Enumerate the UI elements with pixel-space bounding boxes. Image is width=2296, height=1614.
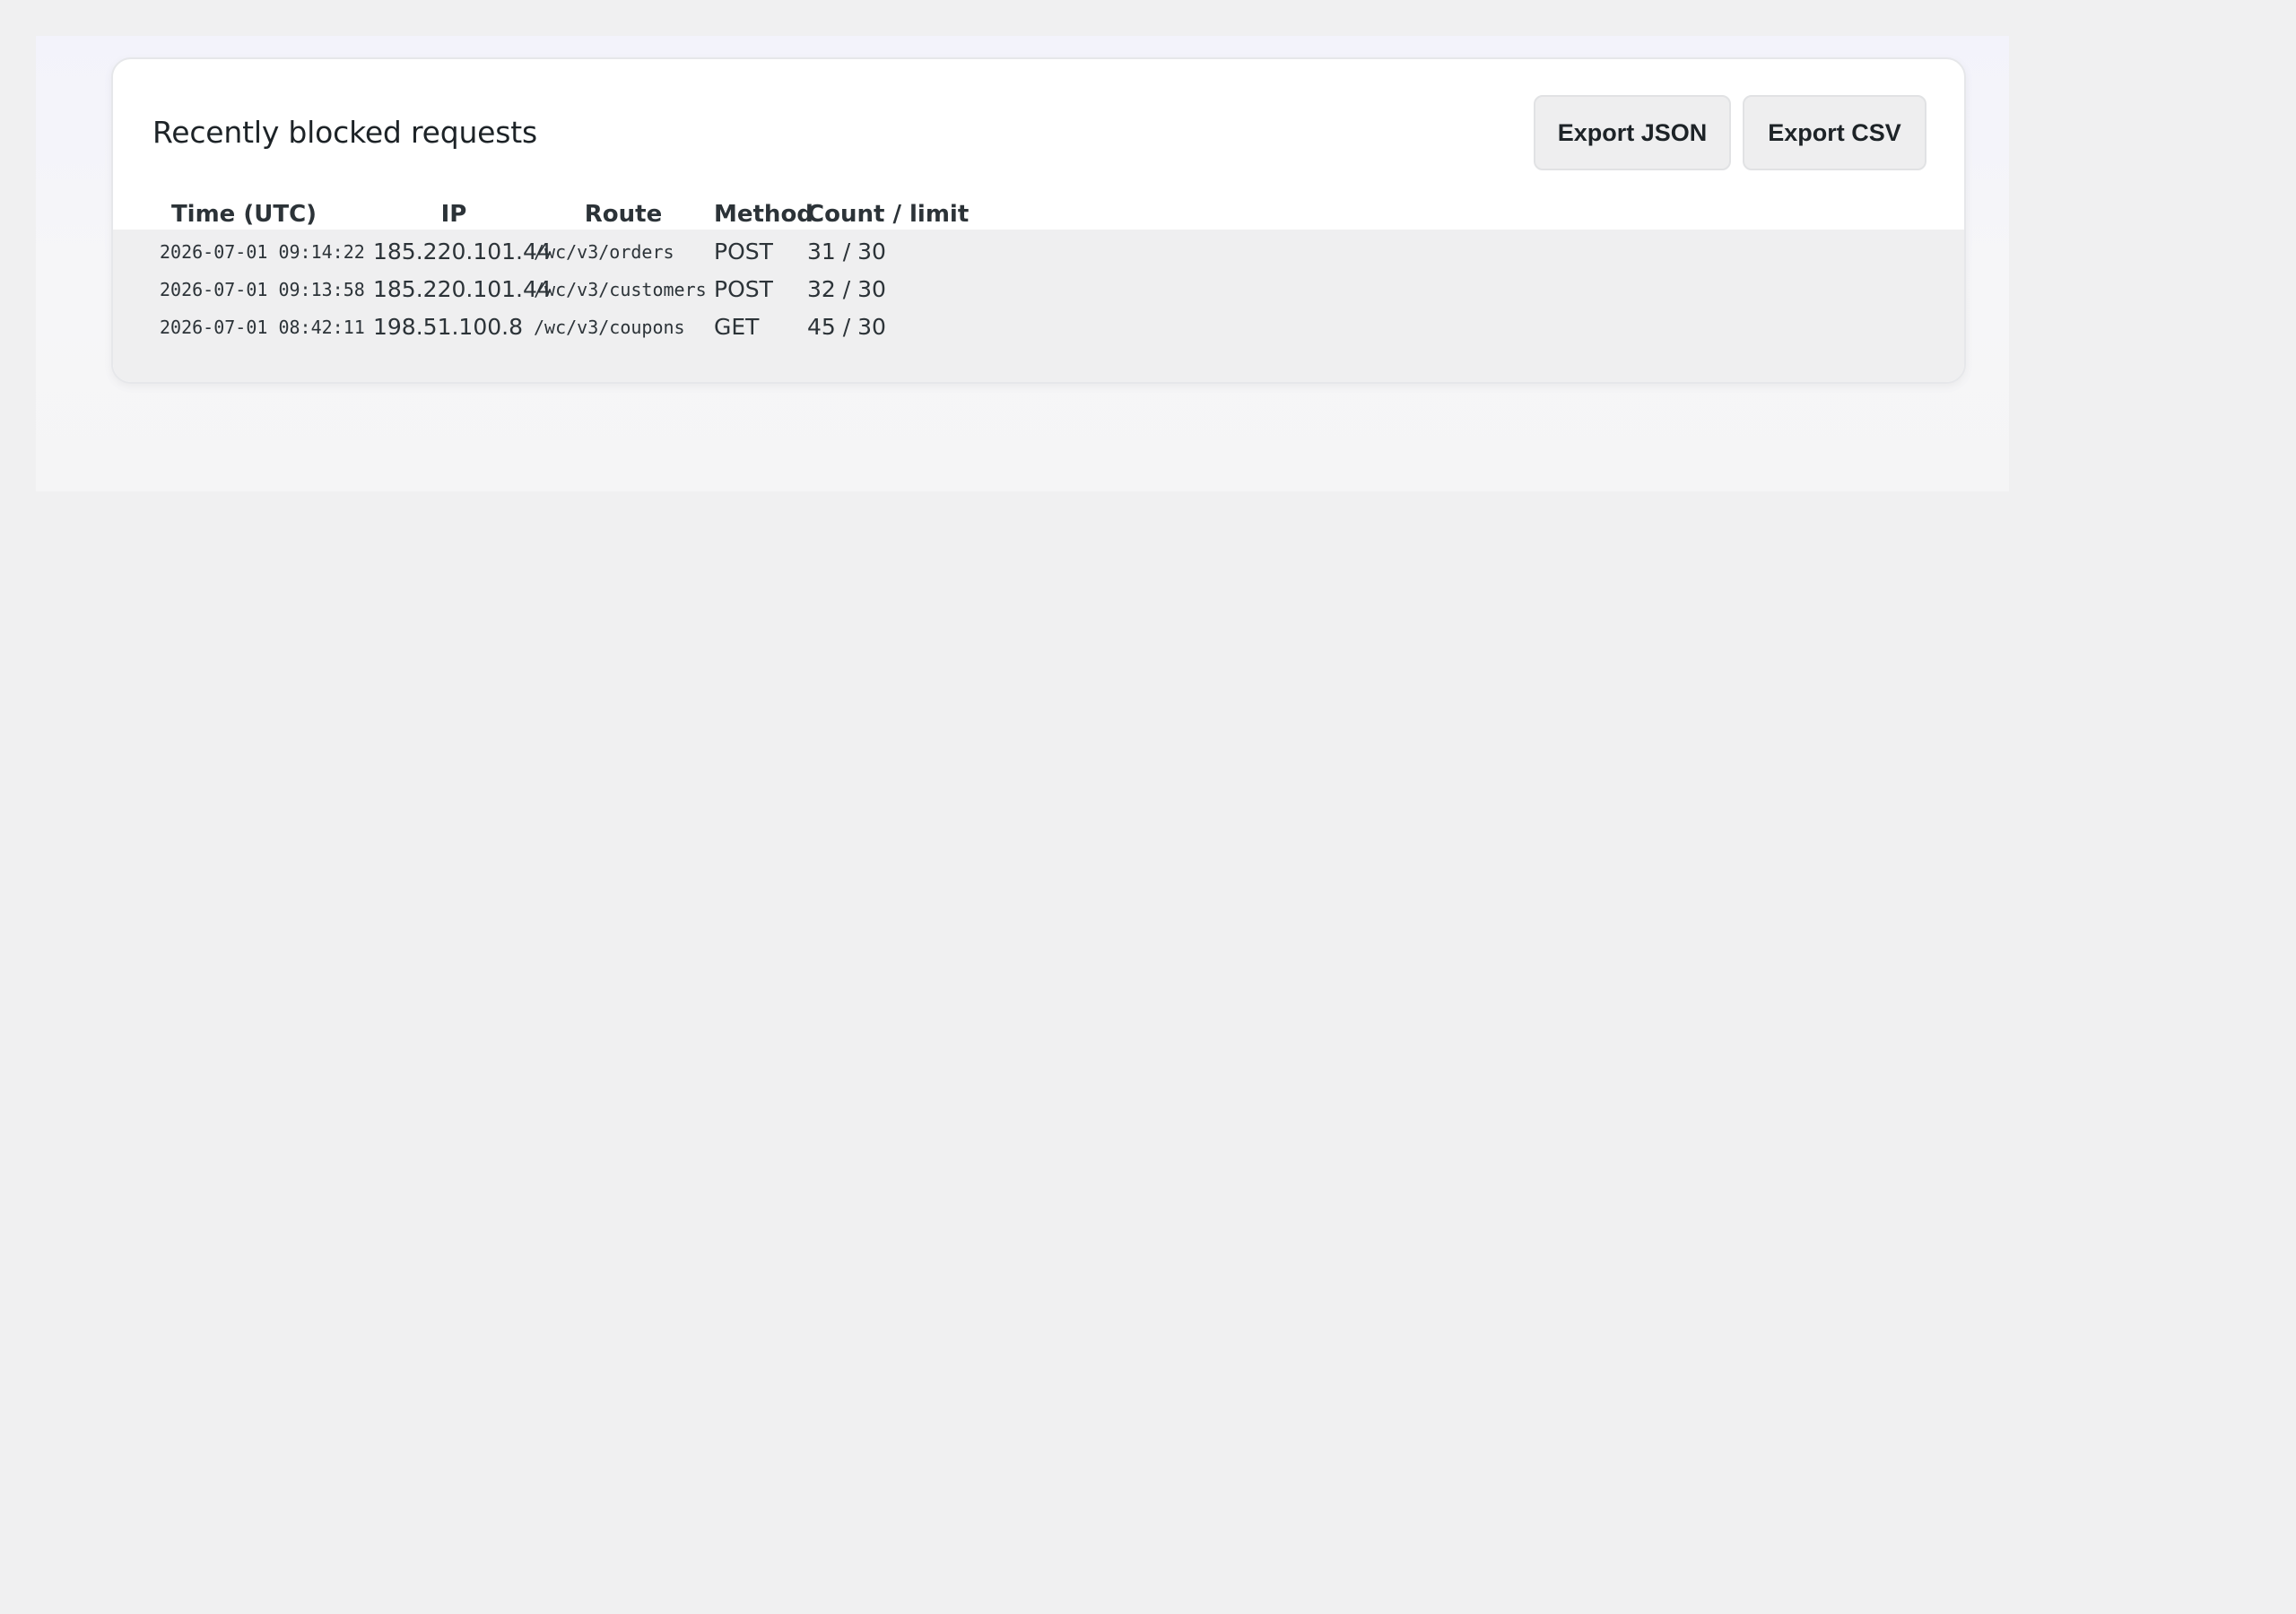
cell-time: 2026-07-01 09:13:58 [160,279,365,300]
column-header-method: Method [714,201,813,228]
cell-ip: 185.220.101.44 [373,276,552,302]
cell-route: /wc/v3/customers [534,279,707,300]
panel-title: Recently blocked requests [152,115,537,150]
table-header-row: Time (UTC) IP Route Method Count / limit [113,195,1964,233]
column-header-time: Time (UTC) [170,201,317,228]
table-row: 2026-07-01 09:14:22 185.220.101.44 /wc/v… [113,233,1964,271]
export-csv-button[interactable]: Export CSV [1743,95,1926,170]
column-header-route: Route [584,201,663,228]
cell-time: 2026-07-01 09:14:22 [160,241,365,263]
cell-method: POST [714,239,773,265]
cell-count: 45 / 30 [807,314,886,340]
column-header-count: Count / limit [807,201,970,228]
blocked-requests-panel: Recently blocked requests Export JSON Ex… [111,57,1966,384]
cell-time: 2026-07-01 08:42:11 [160,317,365,338]
cell-count: 31 / 30 [807,239,886,265]
table-row: 2026-07-01 09:13:58 185.220.101.44 /wc/v… [113,271,1964,308]
cell-ip: 185.220.101.44 [373,239,552,265]
table-row: 2026-07-01 08:42:11 198.51.100.8 /wc/v3/… [113,308,1964,346]
table-body: 2026-07-01 09:14:22 185.220.101.44 /wc/v… [113,230,1964,382]
cell-route: /wc/v3/coupons [534,317,685,338]
column-header-ip: IP [440,201,467,228]
cell-method: GET [714,314,760,340]
cell-ip: 198.51.100.8 [373,314,523,340]
cell-route: /wc/v3/orders [534,241,674,263]
cell-count: 32 / 30 [807,276,886,302]
cell-method: POST [714,276,773,302]
export-json-button[interactable]: Export JSON [1534,95,1731,170]
